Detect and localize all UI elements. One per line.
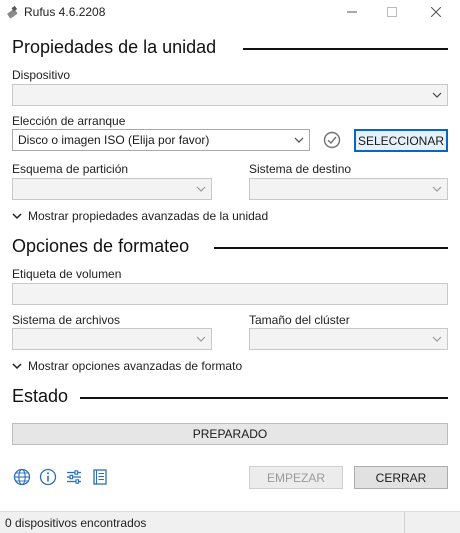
select-image-button[interactable]: SELECCIONAR — [354, 129, 448, 152]
maximize-icon — [387, 7, 397, 17]
advanced-format-options-toggle[interactable]: Mostrar opciones avanzadas de formato — [12, 359, 242, 373]
file-system-label: Sistema de archivos — [12, 313, 121, 327]
section-rule — [243, 48, 448, 50]
settings-sliders-icon[interactable] — [65, 468, 83, 486]
status-heading: Estado — [12, 386, 69, 406]
chevron-down-icon — [432, 336, 442, 342]
boot-selection-value: Disco o imagen ISO (Elija por favor) — [18, 133, 210, 147]
status-bar-divider — [404, 512, 405, 533]
device-label: Dispositivo — [12, 68, 71, 82]
chevron-down-icon — [12, 363, 22, 370]
chevron-down-icon — [12, 213, 22, 220]
advanced-drive-properties-toggle[interactable]: Mostrar propiedades avanzadas de la unid… — [12, 209, 268, 223]
chevron-down-icon — [432, 186, 442, 192]
chevron-down-icon — [196, 336, 206, 342]
advanced-drive-properties-label: Mostrar propiedades avanzadas de la unid… — [28, 209, 269, 223]
device-count-text: 0 dispositivos encontrados — [5, 516, 147, 530]
file-system-dropdown[interactable] — [12, 328, 212, 350]
close-button[interactable]: CERRAR — [354, 466, 448, 489]
start-button[interactable]: EMPEZAR — [249, 466, 343, 489]
close-icon — [431, 7, 441, 17]
maximize-button[interactable] — [372, 0, 412, 24]
volume-label-label: Etiqueta de volumen — [12, 267, 122, 281]
drive-properties-heading: Propiedades de la unidad — [12, 37, 217, 57]
target-system-label: Sistema de destino — [249, 162, 352, 176]
chevron-down-icon — [294, 137, 304, 143]
chevron-down-icon — [432, 92, 442, 98]
status-bar: 0 dispositivos encontrados — [0, 511, 460, 533]
info-icon[interactable] — [39, 468, 57, 486]
partition-scheme-dropdown[interactable] — [12, 178, 212, 200]
cluster-size-dropdown[interactable] — [249, 328, 448, 350]
advanced-format-options-label: Mostrar opciones avanzadas de formato — [28, 359, 243, 373]
cluster-size-label: Tamaño del clúster — [249, 313, 350, 327]
globe-icon[interactable] — [13, 468, 31, 486]
boot-selection-label: Elección de arranque — [12, 114, 126, 128]
window-title: Rufus 4.6.2208 — [24, 5, 106, 19]
close-window-button[interactable] — [416, 0, 456, 24]
log-icon[interactable] — [91, 468, 109, 486]
status-progress-text: PREPARADO — [192, 427, 268, 441]
target-system-dropdown[interactable] — [249, 178, 448, 200]
rufus-usb-icon — [7, 5, 18, 19]
minimize-button[interactable] — [332, 0, 372, 24]
check-hash-icon[interactable] — [323, 131, 341, 149]
minimize-icon — [347, 11, 357, 13]
format-options-heading: Opciones de formateo — [12, 236, 190, 256]
boot-selection-dropdown[interactable]: Disco o imagen ISO (Elija por favor) — [12, 129, 310, 151]
title-bar: Rufus 4.6.2208 — [0, 0, 460, 24]
partition-scheme-label: Esquema de partición — [12, 162, 129, 176]
status-progress-bar: PREPARADO — [12, 423, 448, 445]
chevron-down-icon — [196, 186, 206, 192]
volume-label-input[interactable] — [12, 283, 448, 305]
section-rule — [214, 247, 448, 249]
device-dropdown[interactable] — [12, 84, 448, 106]
section-rule — [80, 397, 448, 399]
